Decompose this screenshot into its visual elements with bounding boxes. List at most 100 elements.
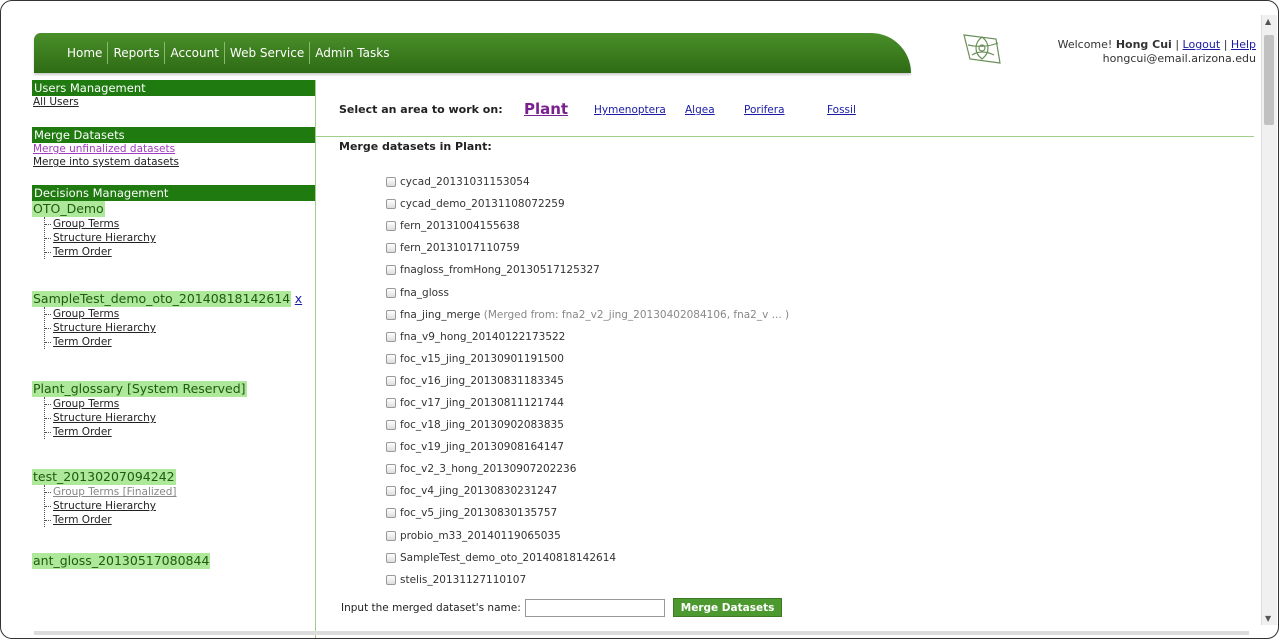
- dataset-links: Group Terms Structure Hierarchy Term Ord…: [44, 217, 315, 259]
- dataset-checkbox[interactable]: [386, 375, 396, 386]
- list-item: SampleTest_demo_oto_20140818142614: [386, 547, 789, 569]
- welcome-text: Welcome!: [1057, 38, 1113, 51]
- dataset-checkbox[interactable]: [386, 221, 396, 232]
- dataset-checkbox[interactable]: [386, 552, 396, 563]
- dataset-checkbox[interactable]: [386, 442, 396, 453]
- dataset-label: fna_jing_merge: [400, 308, 481, 321]
- nav-account[interactable]: Account: [165, 46, 223, 60]
- dataset-checkbox[interactable]: [386, 486, 396, 497]
- dataset-label: foc_v2_3_hong_20130907202236: [400, 463, 577, 476]
- dataset-label: foc_v19_jing_20130908164147: [400, 441, 564, 454]
- area-label: Select an area to work on:: [339, 103, 503, 116]
- vertical-scrollbar[interactable]: ▲ ▼: [1261, 15, 1277, 625]
- list-item: fna_gloss: [386, 281, 789, 303]
- structure-hierarchy-link[interactable]: Structure Hierarchy: [45, 231, 315, 245]
- dataset-name: ant_gloss_20130517080844: [32, 553, 211, 569]
- dataset-checkbox[interactable]: [386, 177, 396, 188]
- list-item: foc_v17_jing_20130811121744: [386, 392, 789, 414]
- horizontal-scrollbar[interactable]: [34, 631, 1249, 635]
- dataset-checkbox[interactable]: [386, 353, 396, 364]
- structure-hierarchy-link[interactable]: Structure Hierarchy: [45, 321, 315, 335]
- dataset-checkbox[interactable]: [386, 574, 396, 585]
- nav-home[interactable]: Home: [62, 46, 107, 60]
- term-order-link[interactable]: Term Order: [45, 425, 315, 439]
- scroll-thumb[interactable]: [1264, 35, 1274, 125]
- dataset-checkbox[interactable]: [386, 199, 396, 210]
- dataset-label: foc_v18_jing_20130902083835: [400, 419, 564, 432]
- dataset-checkbox[interactable]: [386, 397, 396, 408]
- dataset-checkbox[interactable]: [386, 287, 396, 298]
- area-fossil-link[interactable]: Fossil: [827, 104, 856, 116]
- dataset-label: fna_v9_hong_20140122173522: [400, 330, 566, 343]
- dataset-checkbox[interactable]: [386, 309, 396, 320]
- term-order-link[interactable]: Term Order: [45, 245, 315, 259]
- list-item: foc_v19_jing_20130908164147: [386, 436, 789, 458]
- dataset-checkbox[interactable]: [386, 530, 396, 541]
- list-item: cycad_demo_20131108072259: [386, 193, 789, 215]
- dataset-checkbox[interactable]: [386, 420, 396, 431]
- dataset-checkbox[interactable]: [386, 265, 396, 276]
- dataset-checkbox[interactable]: [386, 464, 396, 475]
- remove-dataset-link[interactable]: x: [295, 291, 302, 306]
- dataset-links: Group Terms Structure Hierarchy Term Ord…: [44, 307, 315, 349]
- group-terms-link[interactable]: Group Terms: [45, 307, 315, 321]
- merged-name-input[interactable]: [524, 598, 665, 617]
- list-item: foc_v18_jing_20130902083835: [386, 414, 789, 436]
- all-users-link[interactable]: All Users: [32, 96, 315, 109]
- list-item: fern_20131004155638: [386, 215, 789, 237]
- dataset-checkbox[interactable]: [386, 508, 396, 519]
- list-item: fna_jing_merge (Merged from: fna2_v2_jin…: [386, 304, 789, 326]
- dataset-links: Group Terms [Finalized] Structure Hierar…: [44, 485, 315, 527]
- list-item: probio_m33_20140119065035: [386, 525, 789, 547]
- list-item: fern_20131017110759: [386, 237, 789, 259]
- structure-hierarchy-link[interactable]: Structure Hierarchy: [45, 411, 315, 425]
- scroll-down-icon[interactable]: ▼: [1265, 614, 1271, 623]
- structure-hierarchy-link[interactable]: Structure Hierarchy: [45, 499, 315, 513]
- dataset-label: foc_v17_jing_20130811121744: [400, 396, 564, 409]
- merge-system-link[interactable]: Merge into system datasets: [32, 156, 315, 169]
- group-terms-link[interactable]: Group Terms: [45, 217, 315, 231]
- dataset-links: Group Terms Structure Hierarchy Term Ord…: [44, 397, 315, 439]
- group-terms-finalized-link[interactable]: Group Terms [Finalized]: [45, 485, 315, 499]
- help-link[interactable]: Help: [1231, 38, 1256, 51]
- group-terms-link[interactable]: Group Terms: [45, 397, 315, 411]
- top-nav-bar: Home Reports Account Web Service Admin T…: [34, 33, 911, 73]
- merge-unfinalized-link[interactable]: Merge unfinalized datasets: [32, 143, 315, 156]
- merged-from-note: (Merged from: fna2_v2_jing_2013040208410…: [483, 308, 790, 321]
- logout-link[interactable]: Logout: [1183, 38, 1221, 51]
- welcome-panel: Welcome! Hong Cui | Logout | Help hongcu…: [1058, 38, 1256, 66]
- list-item: stelis_20131127110107: [386, 569, 789, 591]
- dataset-checkbox[interactable]: [386, 243, 396, 254]
- area-hymenoptera-link[interactable]: Hymenoptera: [594, 104, 666, 116]
- area-algea-link[interactable]: Algea: [685, 104, 715, 116]
- list-item: foc_v5_jing_20130830135757: [386, 502, 789, 524]
- merge-title: Merge datasets in Plant:: [339, 140, 492, 153]
- term-order-link[interactable]: Term Order: [45, 513, 315, 527]
- plant-logo-icon: [963, 34, 1001, 64]
- merge-name-form: Input the merged dataset's name: Merge D…: [341, 598, 783, 617]
- dataset-ant-gloss: ant_gloss_20130517080844: [32, 553, 315, 569]
- dataset-label: foc_v5_jing_20130830135757: [400, 507, 558, 520]
- term-order-link[interactable]: Term Order: [45, 335, 315, 349]
- nav-reports[interactable]: Reports: [108, 46, 164, 60]
- dataset-name: test_20130207094242: [32, 469, 176, 485]
- dataset-label: stelis_20131127110107: [400, 573, 527, 586]
- dataset-label: foc_v16_jing_20130831183345: [400, 374, 564, 387]
- area-plant-link[interactable]: Plant: [524, 100, 568, 118]
- dataset-name: Plant_glossary [System Reserved]: [32, 381, 247, 397]
- area-porifera-link[interactable]: Porifera: [744, 104, 785, 116]
- list-item: foc_v4_jing_20130830231247: [386, 480, 789, 502]
- nav-admin-tasks[interactable]: Admin Tasks: [310, 46, 394, 60]
- decisions-management-header: Decisions Management: [32, 185, 315, 201]
- list-item: fna_v9_hong_20140122173522: [386, 326, 789, 348]
- scroll-up-icon[interactable]: ▲: [1265, 17, 1271, 26]
- merge-datasets-button[interactable]: Merge Datasets: [672, 598, 783, 617]
- list-item: cycad_20131031153054: [386, 171, 789, 193]
- dataset-label: cycad_20131031153054: [400, 176, 530, 189]
- dataset-label: foc_v15_jing_20130901191500: [400, 352, 564, 365]
- nav-web-service[interactable]: Web Service: [225, 46, 309, 60]
- user-name: Hong Cui: [1115, 38, 1172, 51]
- dataset-label: probio_m33_20140119065035: [400, 529, 561, 542]
- dataset-checkbox[interactable]: [386, 331, 396, 342]
- dataset-checkbox-list: cycad_20131031153054 cycad_demo_20131108…: [386, 171, 789, 591]
